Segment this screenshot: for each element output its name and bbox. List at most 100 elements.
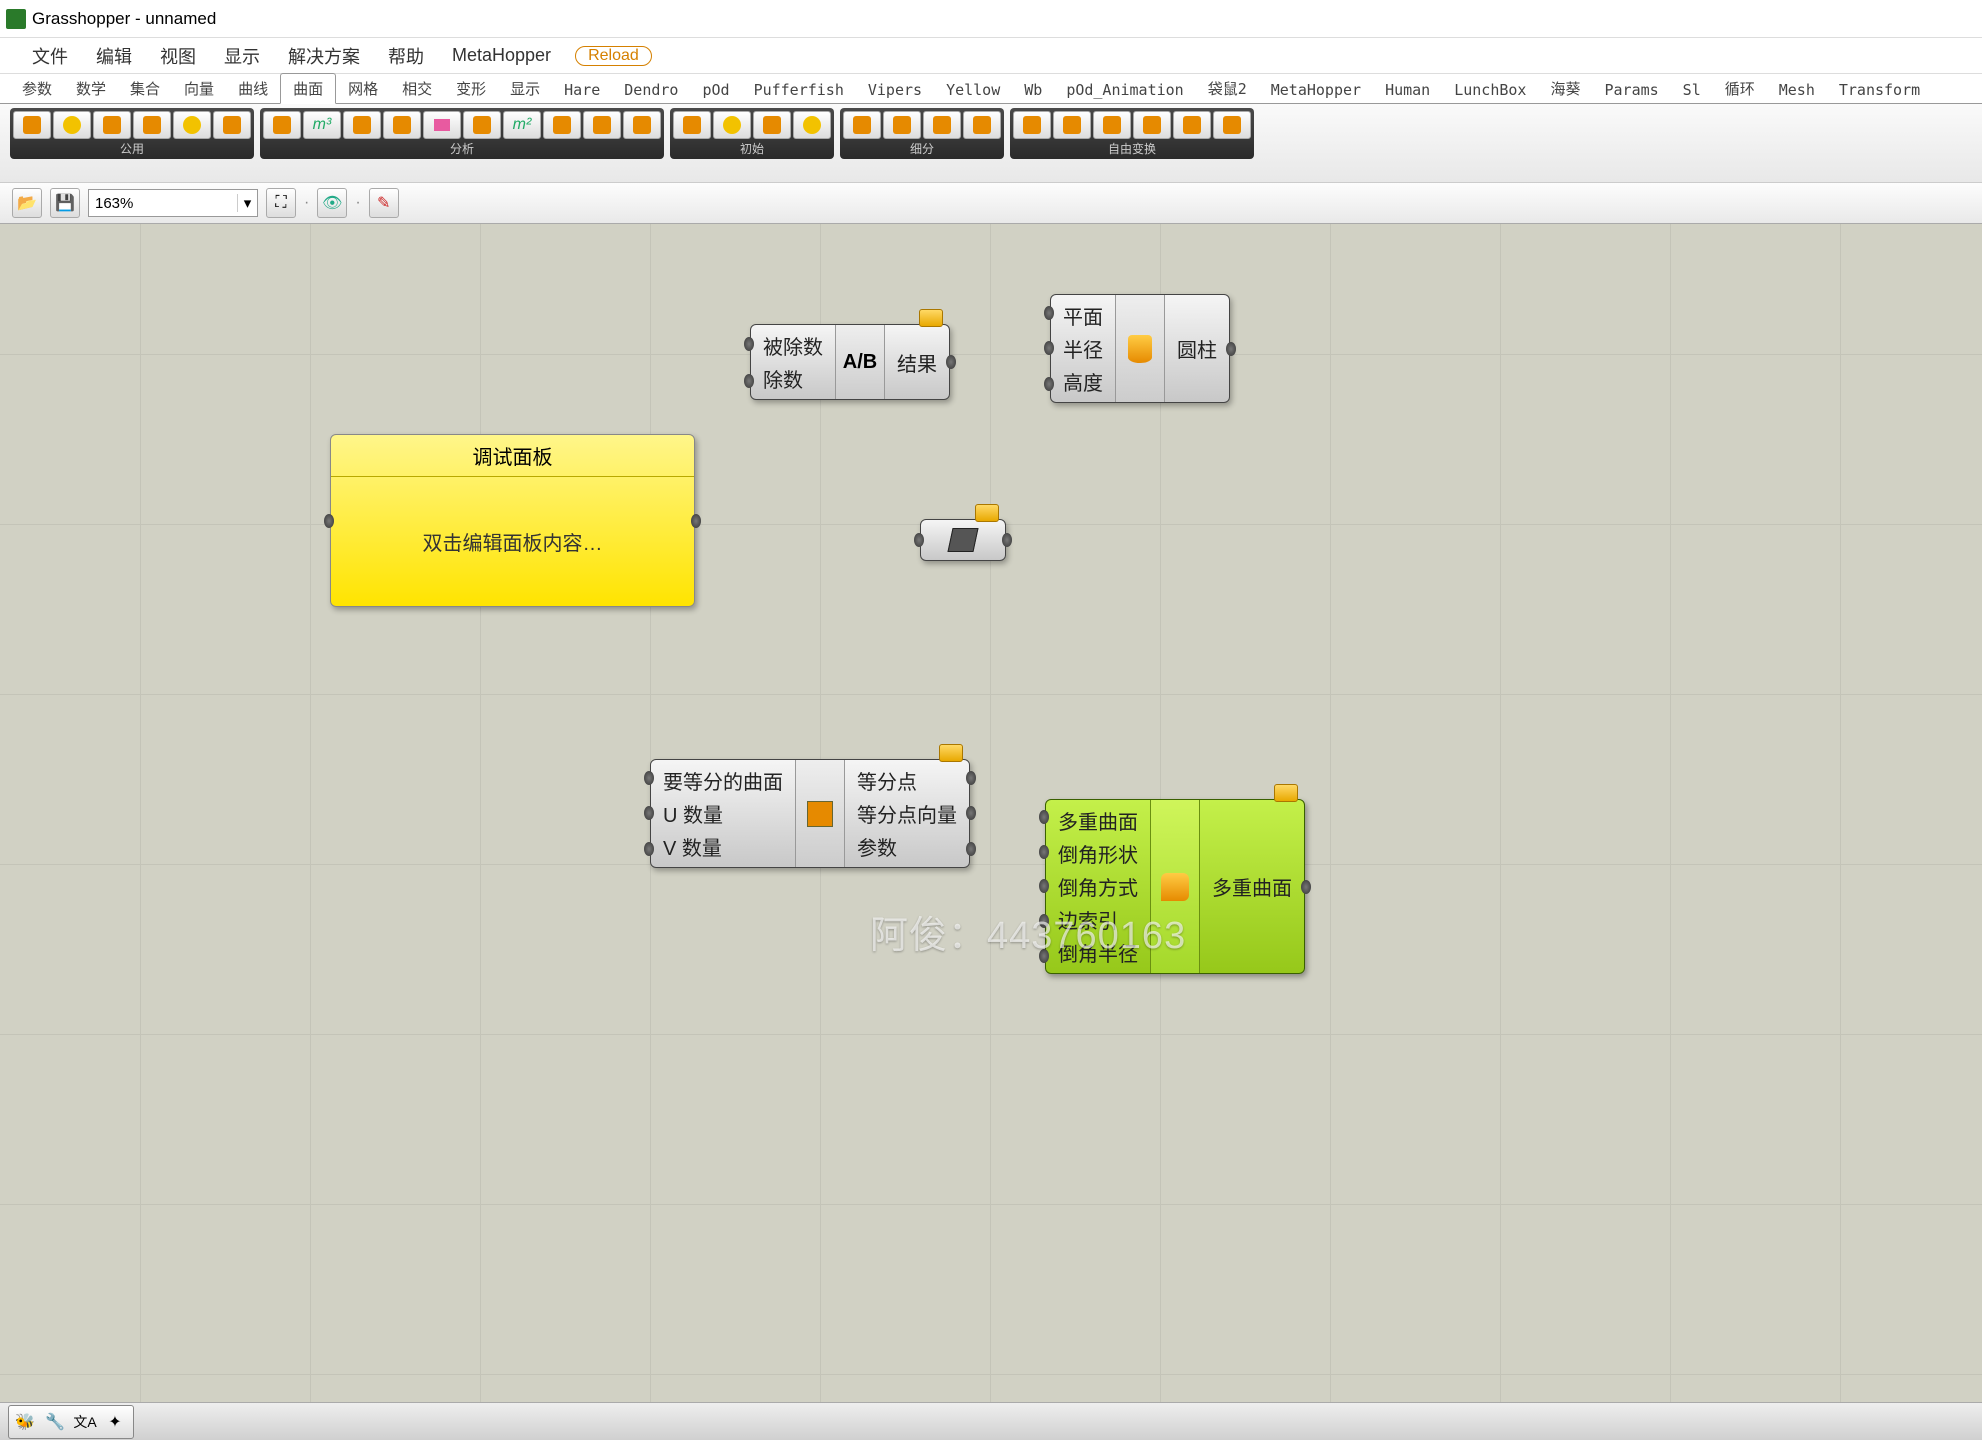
ribbon-tool-icon[interactable] — [133, 111, 171, 139]
reload-button[interactable]: Reload — [575, 46, 652, 66]
tab-surface[interactable]: 曲面 — [280, 73, 336, 104]
tab-params2[interactable]: Params — [1592, 77, 1670, 103]
tab-pod-anim[interactable]: pOd_Animation — [1054, 77, 1195, 103]
tab-mesh[interactable]: 网格 — [336, 74, 390, 103]
ribbon-tool-icon[interactable] — [53, 111, 91, 139]
canvas[interactable]: 被除数 除数 A/B 结果 平面 半径 高度 — [0, 224, 1982, 1402]
tab-vector[interactable]: 向量 — [172, 74, 226, 103]
zoom-extents-button[interactable]: ⛶ — [266, 188, 296, 218]
ribbon-tool-icon[interactable]: m² — [503, 111, 541, 139]
ribbon-tool-icon[interactable] — [1173, 111, 1211, 139]
menu-solution[interactable]: 解决方案 — [274, 37, 374, 75]
output-port[interactable]: 结果 — [887, 346, 947, 379]
ribbon-tool-icon[interactable] — [213, 111, 251, 139]
output-port[interactable]: 多重曲面 — [1202, 870, 1302, 903]
tab-anemone[interactable]: 海葵 — [1538, 74, 1592, 103]
ribbon-tool-icon[interactable] — [343, 111, 381, 139]
sketch-button[interactable]: ✎ — [369, 188, 399, 218]
input-port[interactable]: 倒角形状 — [1048, 837, 1148, 870]
warning-badge-icon[interactable] — [1274, 784, 1298, 802]
input-grip[interactable] — [324, 514, 334, 528]
menu-edit[interactable]: 编辑 — [82, 37, 146, 75]
ribbon-tool-icon[interactable] — [583, 111, 621, 139]
menu-file[interactable]: 文件 — [18, 37, 82, 75]
tab-human[interactable]: Human — [1373, 77, 1442, 103]
tab-pod[interactable]: pOd — [690, 77, 741, 103]
ribbon-tool-icon[interactable] — [883, 111, 921, 139]
ribbon-tool-icon[interactable] — [753, 111, 791, 139]
tab-mesh2[interactable]: Mesh — [1767, 77, 1827, 103]
input-port[interactable]: V 数量 — [653, 830, 793, 863]
warning-badge-icon[interactable] — [939, 744, 963, 762]
preview-toggle-button[interactable]: 👁 — [317, 188, 347, 218]
component-panel[interactable]: 调试面板 双击编辑面板内容… — [330, 434, 695, 607]
component-cylinder[interactable]: 平面 半径 高度 圆柱 — [1050, 294, 1230, 403]
ribbon-tool-icon[interactable] — [1053, 111, 1091, 139]
ribbon-tool-icon[interactable] — [623, 111, 661, 139]
component-brep-param[interactable] — [920, 519, 1006, 561]
menu-display[interactable]: 显示 — [210, 37, 274, 75]
tab-transform[interactable]: 变形 — [444, 74, 498, 103]
status-language-icon[interactable]: 文A — [71, 1408, 99, 1436]
status-widget-icon[interactable]: 🔧 — [41, 1408, 69, 1436]
input-port[interactable]: U 数量 — [653, 797, 793, 830]
input-port[interactable]: 被除数 — [753, 329, 833, 362]
tab-hare[interactable]: Hare — [552, 77, 612, 103]
tab-sets[interactable]: 集合 — [118, 74, 172, 103]
ribbon-tool-icon[interactable] — [383, 111, 421, 139]
input-port[interactable]: 多重曲面 — [1048, 804, 1148, 837]
component-fillet-edge[interactable]: 多重曲面 倒角形状 倒角方式 边索引 倒角半径 多重曲面 — [1045, 799, 1305, 974]
output-grip[interactable] — [691, 514, 701, 528]
tab-pufferfish[interactable]: Pufferfish — [742, 77, 856, 103]
ribbon-tool-icon[interactable] — [423, 111, 461, 139]
ribbon-tool-icon[interactable] — [93, 111, 131, 139]
panel-body[interactable]: 双击编辑面板内容… — [331, 477, 694, 606]
input-grip[interactable] — [914, 533, 924, 547]
input-port[interactable]: 半径 — [1053, 332, 1113, 365]
save-button[interactable]: 💾 — [50, 188, 80, 218]
ribbon-tool-icon[interactable] — [1133, 111, 1171, 139]
warning-badge-icon[interactable] — [919, 309, 943, 327]
tab-params[interactable]: 参数 — [10, 74, 64, 103]
output-grip[interactable] — [1002, 533, 1012, 547]
tab-loop[interactable]: 循环 — [1713, 74, 1767, 103]
tab-curve[interactable]: 曲线 — [226, 74, 280, 103]
menu-view[interactable]: 视图 — [146, 37, 210, 75]
tab-display2[interactable]: 显示 — [498, 74, 552, 103]
tab-metahopper2[interactable]: MetaHopper — [1259, 77, 1373, 103]
ribbon-tool-icon[interactable] — [13, 111, 51, 139]
status-extras-icon[interactable]: ✦ — [101, 1408, 129, 1436]
zoom-level-dropdown[interactable]: 163% ▾ — [88, 189, 258, 217]
input-port[interactable]: 倒角半径 — [1048, 936, 1148, 969]
ribbon-tool-icon[interactable] — [963, 111, 1001, 139]
ribbon-tool-icon[interactable] — [1013, 111, 1051, 139]
input-port[interactable]: 倒角方式 — [1048, 870, 1148, 903]
ribbon-tool-icon[interactable] — [1213, 111, 1251, 139]
output-port[interactable]: 参数 — [847, 830, 967, 863]
tab-yellow[interactable]: Yellow — [934, 77, 1012, 103]
ribbon-tool-icon[interactable] — [713, 111, 751, 139]
ribbon-tool-icon[interactable] — [263, 111, 301, 139]
input-port[interactable]: 高度 — [1053, 365, 1113, 398]
ribbon-tool-icon[interactable] — [1093, 111, 1131, 139]
tab-math[interactable]: 数学 — [64, 74, 118, 103]
ribbon-tool-icon[interactable] — [173, 111, 211, 139]
tab-transform2[interactable]: Transform — [1827, 77, 1932, 103]
input-port[interactable]: 平面 — [1053, 299, 1113, 332]
component-division[interactable]: 被除数 除数 A/B 结果 — [750, 324, 950, 400]
tab-sl[interactable]: Sl — [1671, 77, 1713, 103]
open-button[interactable]: 📂 — [12, 188, 42, 218]
tab-dendro[interactable]: Dendro — [612, 77, 690, 103]
tab-wb[interactable]: Wb — [1012, 77, 1054, 103]
input-port[interactable]: 边索引 — [1048, 903, 1148, 936]
ribbon-tool-icon[interactable] — [543, 111, 581, 139]
menu-help[interactable]: 帮助 — [374, 37, 438, 75]
ribbon-tool-icon[interactable] — [793, 111, 831, 139]
tab-kangaroo[interactable]: 袋鼠2 — [1196, 74, 1259, 103]
ribbon-tool-icon[interactable] — [463, 111, 501, 139]
tab-intersect[interactable]: 相交 — [390, 74, 444, 103]
ribbon-tool-icon[interactable]: m³ — [303, 111, 341, 139]
tab-lunchbox[interactable]: LunchBox — [1442, 77, 1538, 103]
input-port[interactable]: 要等分的曲面 — [653, 764, 793, 797]
input-port[interactable]: 除数 — [753, 362, 833, 395]
